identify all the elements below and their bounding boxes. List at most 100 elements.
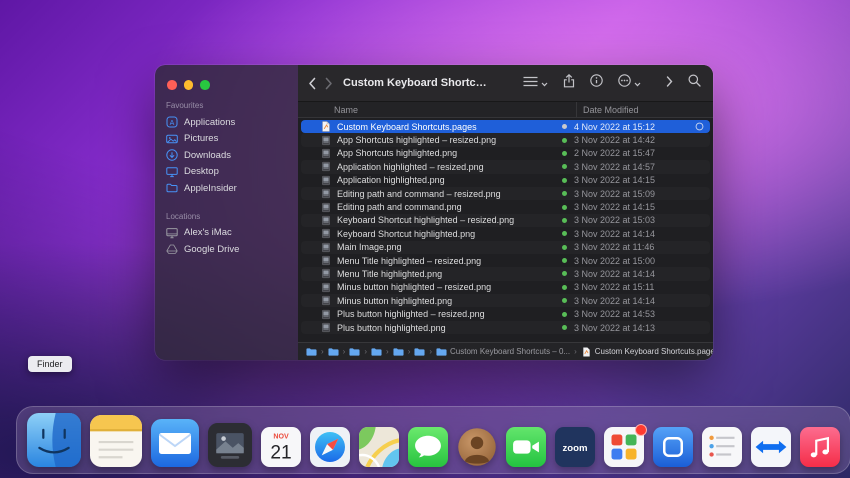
- image-file-icon: [321, 148, 331, 159]
- dock-item-zoom[interactable]: zoom: [555, 427, 595, 467]
- path-crumb[interactable]: Custom Keyboard Shortcuts.pages: [581, 347, 713, 357]
- sidebar-item-appleinsider[interactable]: AppleInsider: [155, 180, 298, 197]
- window-main: Custom Keyboard Shortcut...: [298, 65, 713, 360]
- minimize-button[interactable]: [184, 80, 194, 90]
- dock-item-mail[interactable]: [151, 419, 199, 467]
- path-crumb[interactable]: [414, 347, 425, 357]
- file-row[interactable]: Custom Keyboard Shortcuts.pages4 Nov 202…: [301, 120, 710, 133]
- image-file-icon: [321, 282, 331, 293]
- window-controls: [167, 80, 210, 90]
- dock-item-list-app[interactable]: [702, 427, 742, 467]
- contacts-app-icon: [457, 427, 497, 467]
- file-row[interactable]: Editing path and command.png3 Nov 2022 a…: [301, 200, 710, 213]
- dock-item-teamviewer[interactable]: [751, 427, 791, 467]
- column-date-modified[interactable]: Date Modified: [576, 102, 707, 117]
- status-slot: [692, 282, 704, 292]
- chevron-down-icon: [634, 74, 641, 92]
- tag-dot: [562, 191, 567, 196]
- sidebar-item-downloads[interactable]: Downloads: [155, 147, 298, 164]
- imac-icon: [166, 227, 178, 239]
- path-crumb[interactable]: [371, 347, 382, 357]
- icloud-status-icon: [692, 122, 704, 132]
- file-row[interactable]: Plus button highlighted.png3 Nov 2022 at…: [301, 321, 710, 334]
- path-crumb[interactable]: [306, 347, 317, 357]
- image-file-icon: [321, 268, 331, 279]
- file-row[interactable]: Application highlighted.png3 Nov 2022 at…: [301, 174, 710, 187]
- sidebar-item-desktop[interactable]: Desktop: [155, 164, 298, 181]
- image-file-icon: [321, 135, 331, 146]
- dock-item-facetime[interactable]: [506, 427, 546, 467]
- toolbar-overflow-button[interactable]: [666, 74, 673, 92]
- sidebar-item-alex-s-imac[interactable]: Alex's iMac: [155, 225, 298, 242]
- dock-item-messages[interactable]: [408, 427, 448, 467]
- dock-item-blue-app[interactable]: [653, 427, 693, 467]
- dock-item-dark-app[interactable]: [208, 423, 252, 467]
- back-button[interactable]: [308, 77, 316, 90]
- tag-dot: [562, 231, 567, 236]
- dark-app-app-icon: [208, 423, 252, 467]
- crumb-separator-icon: ›: [386, 347, 389, 356]
- sidebar-item-pictures[interactable]: Pictures: [155, 131, 298, 148]
- pages-mini-icon: [581, 347, 592, 357]
- teamviewer-app-icon: [751, 427, 791, 467]
- pictures-icon: [166, 133, 178, 145]
- info-icon: [590, 74, 603, 92]
- dock-item-finder[interactable]: [27, 413, 81, 467]
- file-row[interactable]: Minus button highlighted – resized.png3 …: [301, 281, 710, 294]
- image-file-icon: [321, 188, 331, 199]
- file-row[interactable]: Keyboard Shortcut highlighted.png3 Nov 2…: [301, 227, 710, 240]
- file-date: 3 Nov 2022 at 15:00: [574, 256, 692, 266]
- info-button[interactable]: [590, 74, 603, 92]
- status-slot: [692, 242, 704, 252]
- search-button[interactable]: [688, 74, 701, 92]
- downloads-icon: [166, 149, 178, 161]
- file-row[interactable]: Plus button highlighted – resized.png3 N…: [301, 307, 710, 320]
- dock-item-maps[interactable]: [359, 427, 399, 467]
- path-crumb[interactable]: [393, 347, 404, 357]
- file-row[interactable]: Application highlighted – resized.png3 N…: [301, 160, 710, 173]
- dock-item-contacts[interactable]: [457, 427, 497, 467]
- crumb-separator-icon: ›: [429, 347, 432, 356]
- dock-item-colorful-app[interactable]: [604, 427, 644, 467]
- column-name[interactable]: Name: [334, 102, 576, 117]
- crumb-separator-icon: ›: [364, 347, 367, 356]
- file-row[interactable]: Minus button highlighted.png3 Nov 2022 a…: [301, 294, 710, 307]
- folder-mini-icon: [393, 347, 404, 357]
- image-file-icon: [321, 161, 331, 172]
- folder-mini-icon: [436, 347, 447, 357]
- path-crumb[interactable]: [349, 347, 360, 357]
- path-crumb-label: Custom Keyboard Shortcuts – 0...: [450, 347, 570, 356]
- path-crumb[interactable]: Custom Keyboard Shortcuts – 0...: [436, 347, 570, 357]
- toolbar: Custom Keyboard Shortcut...: [298, 65, 713, 102]
- tag-dot: [562, 205, 567, 210]
- close-button[interactable]: [167, 80, 177, 90]
- sidebar-item-applications[interactable]: AApplications: [155, 114, 298, 131]
- fullscreen-button[interactable]: [200, 80, 210, 90]
- dock-item-safari[interactable]: [310, 427, 350, 467]
- file-row[interactable]: App Shortcuts highlighted – resized.png3…: [301, 133, 710, 146]
- forward-button[interactable]: [325, 77, 333, 90]
- file-date: 3 Nov 2022 at 14:42: [574, 135, 692, 145]
- sidebar-item-google-drive[interactable]: Google Drive: [155, 241, 298, 258]
- dock-item-calendar[interactable]: NOV21: [261, 427, 301, 467]
- file-row[interactable]: Menu Title highlighted – resized.png3 No…: [301, 254, 710, 267]
- dock-item-notes[interactable]: [90, 415, 142, 467]
- file-row[interactable]: Main Image.png3 Nov 2022 at 11:46: [301, 241, 710, 254]
- tag-dot: [562, 218, 567, 223]
- file-name: Custom Keyboard Shortcuts.pages: [337, 122, 556, 132]
- crumb-separator-icon: ›: [343, 347, 346, 356]
- file-row[interactable]: Menu Title highlighted.png3 Nov 2022 at …: [301, 267, 710, 280]
- more-options-button[interactable]: [618, 74, 641, 92]
- share-button[interactable]: [563, 74, 575, 93]
- image-file-icon: [321, 228, 331, 239]
- dock-item-music[interactable]: [800, 427, 840, 467]
- file-row[interactable]: App Shortcuts highlighted.png2 Nov 2022 …: [301, 147, 710, 160]
- file-row[interactable]: Keyboard Shortcut highlighted – resized.…: [301, 214, 710, 227]
- file-row[interactable]: Editing path and command – resized.png3 …: [301, 187, 710, 200]
- file-name: Plus button highlighted – resized.png: [337, 309, 556, 319]
- status-slot: [692, 229, 704, 239]
- path-crumb[interactable]: [328, 347, 339, 357]
- view-options-button[interactable]: [523, 74, 548, 92]
- status-slot: [692, 215, 704, 225]
- pages-file-icon: [321, 121, 331, 132]
